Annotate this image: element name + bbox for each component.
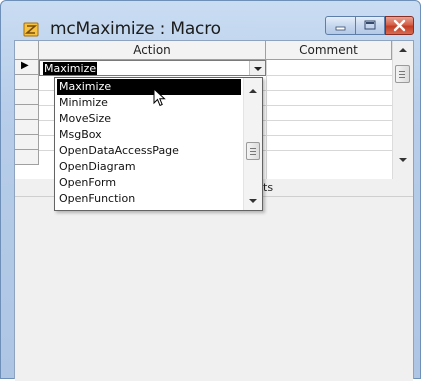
maximize-icon [364, 20, 376, 30]
window-title: mcMaximize : Macro [50, 19, 221, 39]
dropdown-scrollbar[interactable] [243, 78, 262, 210]
minimize-button[interactable] [325, 16, 356, 35]
action-arguments-label: ts [263, 181, 274, 194]
dropdown-item-opendiagram[interactable]: OpenDiagram [57, 159, 241, 175]
grip-line [250, 154, 256, 155]
row-selector[interactable] [15, 90, 39, 105]
row-selector[interactable] [15, 105, 39, 120]
row-selector[interactable] [15, 120, 39, 135]
scroll-up-icon[interactable] [244, 82, 262, 100]
scroll-down-icon[interactable] [244, 192, 262, 210]
scroll-up-icon[interactable] [393, 41, 413, 59]
dropdown-button[interactable] [249, 61, 265, 75]
row-selector[interactable]: ▶ [15, 60, 39, 75]
row-selector[interactable] [15, 150, 39, 165]
close-button[interactable] [385, 16, 414, 35]
row-selector[interactable] [15, 75, 39, 90]
dropdown-item-openfunction[interactable]: OpenFunction [57, 191, 241, 207]
row-selector-header[interactable] [15, 41, 39, 60]
dropdown-item-openform[interactable]: OpenForm [57, 175, 241, 191]
dropdown-item-movesize[interactable]: MoveSize [57, 111, 241, 127]
dropdown-item-msgbox[interactable]: MsgBox [57, 127, 241, 143]
grip-line [399, 77, 405, 78]
grip-line [250, 148, 256, 149]
scroll-down-icon[interactable] [393, 151, 413, 169]
dropdown-item-minimize[interactable]: Minimize [57, 95, 241, 111]
macro-designer: Action Comment ▶ Maximize ts Maximize Mi… [14, 40, 414, 381]
macro-window: mcMaximize : Macro Action Comment ▶ Maxi… [0, 0, 421, 381]
grip-line [399, 71, 405, 72]
grip-line [250, 151, 256, 152]
row-selector[interactable] [15, 135, 39, 150]
grid-vertical-scrollbar[interactable] [392, 41, 413, 179]
action-combobox-value: Maximize [43, 62, 98, 75]
maximize-button[interactable] [356, 16, 385, 35]
column-divider [266, 60, 267, 179]
mouse-pointer-icon [153, 88, 166, 107]
comment-column-header[interactable]: Comment [266, 41, 392, 60]
action-combobox[interactable]: Maximize [39, 60, 266, 76]
macro-icon [23, 22, 39, 37]
current-row-indicator-icon: ▶ [21, 60, 29, 71]
title-bar[interactable]: mcMaximize : Macro [0, 0, 421, 39]
grip-line [399, 74, 405, 75]
dropdown-item-maximize[interactable]: Maximize [57, 79, 241, 95]
action-arguments-pane [15, 196, 413, 381]
scrollbar-thumb[interactable] [395, 65, 410, 83]
minimize-icon [335, 26, 346, 31]
action-column-header[interactable]: Action [39, 41, 266, 60]
chevron-down-icon [254, 67, 262, 71]
dropdown-item-opendataaccesspage[interactable]: OpenDataAccessPage [57, 143, 241, 159]
close-icon [393, 19, 406, 32]
scrollbar-thumb[interactable] [246, 142, 260, 160]
